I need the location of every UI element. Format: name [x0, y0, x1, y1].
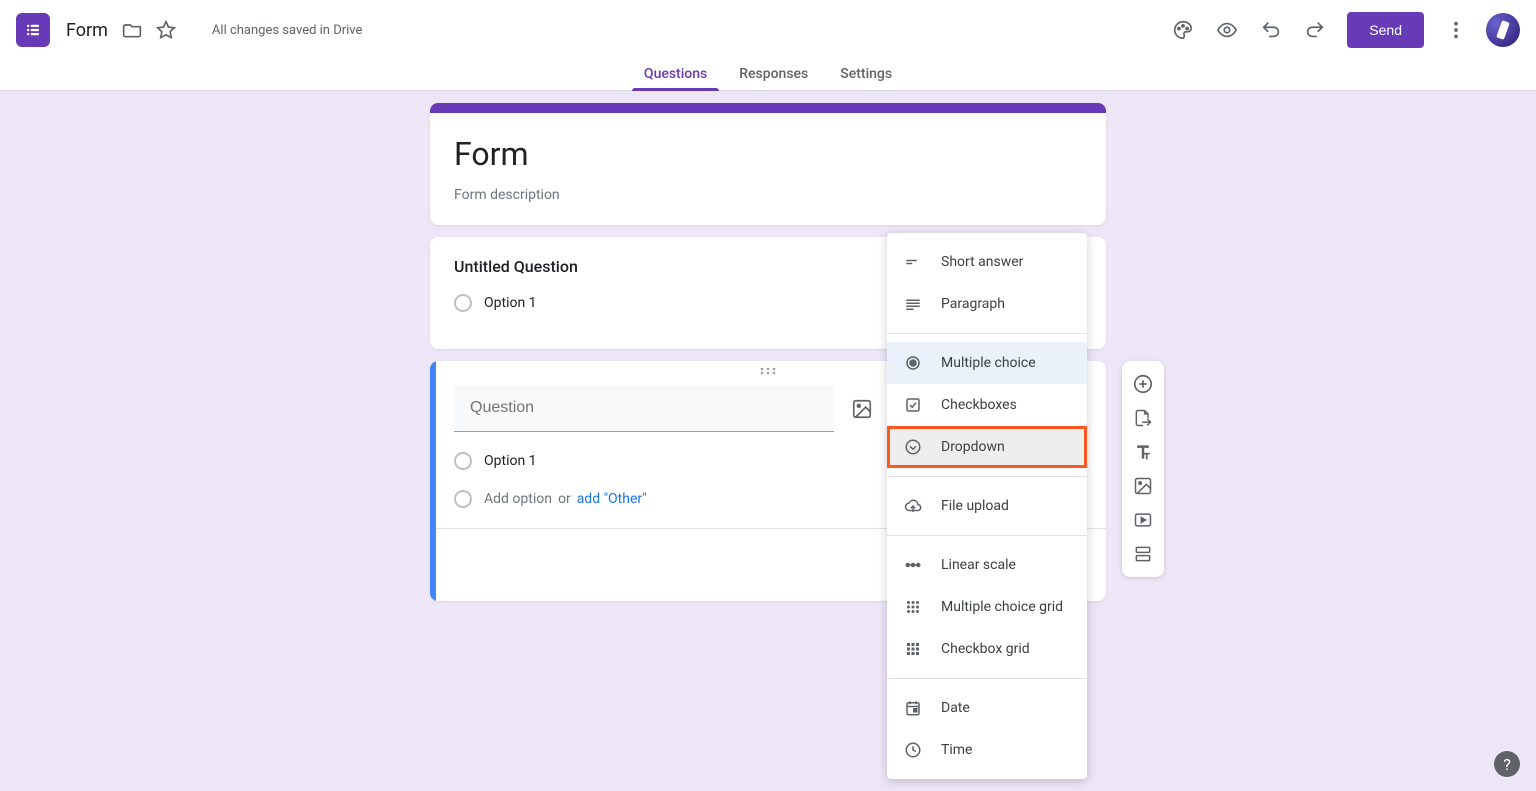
add-option-label[interactable]: Add option — [484, 491, 552, 507]
main-tabs: Questions Responses Settings — [0, 60, 1536, 91]
active-indicator-bar — [430, 361, 436, 601]
add-image-icon[interactable] — [850, 397, 874, 421]
menu-item-file-upload[interactable]: File upload — [887, 485, 1087, 527]
menu-item-label: Linear scale — [941, 557, 1016, 573]
form-title-card[interactable]: Form Form description — [430, 103, 1106, 225]
grid-squares-icon — [903, 639, 923, 659]
send-button[interactable]: Send — [1347, 12, 1424, 48]
menu-item-label: Date — [941, 700, 970, 716]
document-title[interactable]: Form — [66, 20, 108, 41]
star-icon[interactable] — [154, 18, 178, 42]
header: Form All changes saved in Drive Send — [0, 0, 1536, 60]
short-answer-icon — [903, 252, 923, 272]
menu-item-mc-grid[interactable]: Multiple choice grid — [887, 586, 1087, 628]
cloud-upload-icon — [903, 496, 923, 516]
save-status: All changes saved in Drive — [212, 23, 363, 38]
menu-item-linear-scale[interactable]: Linear scale — [887, 544, 1087, 586]
card-accent-bar — [430, 103, 1106, 113]
help-icon[interactable]: ? — [1494, 751, 1520, 777]
side-toolbar — [1122, 361, 1164, 577]
menu-item-paragraph[interactable]: Paragraph — [887, 283, 1087, 325]
checkbox-icon — [903, 395, 923, 415]
tab-questions[interactable]: Questions — [632, 66, 719, 90]
menu-item-label: File upload — [941, 498, 1009, 514]
customize-theme-icon[interactable] — [1163, 10, 1203, 50]
undo-icon[interactable] — [1251, 10, 1291, 50]
menu-item-time[interactable]: Time — [887, 729, 1087, 771]
add-question-icon[interactable] — [1124, 367, 1162, 401]
menu-item-label: Time — [941, 742, 972, 758]
menu-item-label: Short answer — [941, 254, 1023, 270]
question-type-menu: Short answer Paragraph Multiple choice — [887, 233, 1087, 779]
question-input[interactable] — [454, 385, 834, 432]
preview-icon[interactable] — [1207, 10, 1247, 50]
menu-item-checkbox-grid[interactable]: Checkbox grid — [887, 628, 1087, 670]
menu-item-multiple-choice[interactable]: Multiple choice — [887, 342, 1087, 384]
radio-icon — [454, 452, 472, 470]
radio-icon — [454, 490, 472, 508]
menu-separator — [887, 333, 1087, 334]
menu-item-label: Paragraph — [941, 296, 1005, 312]
or-label: or — [558, 491, 571, 507]
more-icon[interactable] — [1436, 10, 1476, 50]
menu-item-label: Checkboxes — [941, 397, 1017, 413]
tab-responses[interactable]: Responses — [727, 66, 820, 90]
date-icon — [903, 698, 923, 718]
account-avatar[interactable] — [1486, 13, 1520, 47]
menu-item-checkboxes[interactable]: Checkboxes — [887, 384, 1087, 426]
menu-item-date[interactable]: Date — [887, 687, 1087, 729]
menu-separator — [887, 476, 1087, 477]
menu-item-label: Dropdown — [941, 439, 1005, 455]
add-image-icon[interactable] — [1124, 469, 1162, 503]
add-other-link[interactable]: add "Other" — [577, 491, 647, 507]
menu-item-dropdown[interactable]: Dropdown — [887, 426, 1087, 468]
linear-scale-icon — [903, 555, 923, 575]
forms-logo-icon[interactable] — [16, 13, 50, 47]
paragraph-icon — [903, 294, 923, 314]
option-text[interactable]: Option 1 — [484, 453, 537, 469]
radio-icon — [454, 294, 472, 312]
menu-item-label: Multiple choice grid — [941, 599, 1063, 615]
form-title[interactable]: Form — [454, 135, 1082, 173]
form-description[interactable]: Form description — [454, 187, 1082, 203]
option-text: Option 1 — [484, 295, 537, 311]
time-icon — [903, 740, 923, 760]
menu-item-label: Checkbox grid — [941, 641, 1030, 657]
canvas-background: Form Form description Untitled Question … — [0, 91, 1536, 791]
menu-item-label: Multiple choice — [941, 355, 1036, 371]
app-root: Form All changes saved in Drive Send Que… — [0, 0, 1536, 791]
menu-separator — [887, 535, 1087, 536]
grid-dots-icon — [903, 597, 923, 617]
move-to-folder-icon[interactable] — [120, 18, 144, 42]
redo-icon[interactable] — [1295, 10, 1335, 50]
dropdown-icon — [903, 437, 923, 457]
form-canvas: Form Form description Untitled Question … — [430, 103, 1106, 601]
menu-item-short-answer[interactable]: Short answer — [887, 241, 1087, 283]
add-video-icon[interactable] — [1124, 503, 1162, 537]
add-title-icon[interactable] — [1124, 435, 1162, 469]
add-section-icon[interactable] — [1124, 537, 1162, 571]
import-questions-icon[interactable] — [1124, 401, 1162, 435]
tab-settings[interactable]: Settings — [828, 66, 904, 90]
radio-selected-icon — [903, 353, 923, 373]
menu-separator — [887, 678, 1087, 679]
